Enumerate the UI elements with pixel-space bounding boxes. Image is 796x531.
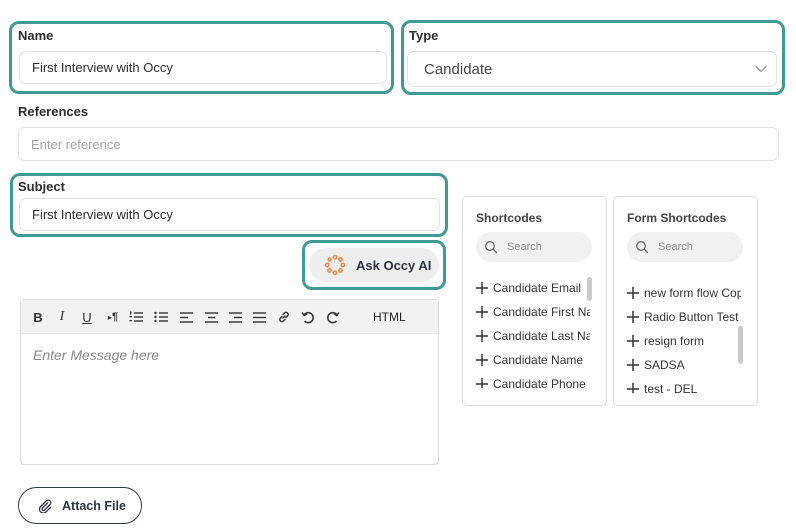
plus-icon — [627, 335, 639, 347]
form-shortcodes-search[interactable]: Search — [627, 232, 743, 262]
form-shortcode-item[interactable]: Radio Button Test — [627, 305, 741, 329]
align-justify-icon — [252, 311, 266, 323]
attach-file-button[interactable]: Attach File — [18, 487, 142, 524]
ai-sparkle-icon — [324, 254, 346, 276]
ask-occy-ai-label: Ask Occy AI — [356, 257, 432, 273]
shortcode-item-label: Candidate Email — [493, 281, 582, 295]
form-shortcodes-scrollbar[interactable] — [738, 326, 743, 364]
ordered-list-button[interactable] — [126, 307, 146, 327]
editor-toolbar: B I U ▸ ¶ HTML — [21, 300, 438, 334]
paragraph-direction-button[interactable]: ▸ ¶ — [103, 307, 123, 327]
name-value: First Interview with Occy — [32, 60, 173, 75]
undo-button[interactable] — [298, 307, 318, 327]
form-shortcodes-search-placeholder: Search — [658, 241, 693, 253]
form-shortcode-item-label: SADSA — [644, 358, 685, 372]
type-selected-value: Candidate — [424, 60, 493, 78]
redo-button[interactable] — [323, 307, 343, 327]
form-shortcodes-list: new form flow Cop Radio Button Test resign… — [627, 281, 741, 393]
name-input[interactable]: First Interview with Occy — [19, 51, 387, 84]
shortcode-item-label: Candidate Name — [493, 353, 584, 367]
form-shortcodes-title: Form Shortcodes — [627, 211, 727, 225]
form-shortcode-item[interactable]: new form flow Cop — [627, 281, 741, 305]
bullet-list-button[interactable] — [151, 307, 171, 327]
plus-icon — [476, 306, 488, 318]
shortcodes-search-placeholder: Search — [507, 241, 542, 253]
references-label: References — [18, 104, 89, 119]
plus-icon — [627, 287, 639, 299]
form-shortcode-item-label: Radio Button Test — [644, 310, 739, 324]
ordered-list-icon — [129, 311, 143, 322]
align-justify-button[interactable] — [249, 307, 269, 327]
shortcode-item[interactable]: Candidate Phone — [476, 372, 590, 388]
plus-icon — [627, 383, 639, 393]
message-editor: B I U ▸ ¶ HTML Enter Message here — [20, 299, 439, 465]
shortcodes-panel: Shortcodes Search Candidate Email Candida… — [462, 196, 607, 406]
name-label: Name — [18, 28, 54, 43]
subject-input[interactable]: First Interview with Occy — [19, 198, 440, 231]
shortcodes-list: Candidate Email Candidate First Na Candida… — [476, 276, 590, 388]
attach-file-label: Attach File — [62, 498, 126, 513]
shortcode-item-label: Candidate Phone — [493, 377, 586, 388]
plus-icon — [476, 378, 488, 388]
align-right-button[interactable] — [225, 307, 245, 327]
plus-icon — [476, 354, 488, 366]
plus-icon — [627, 311, 639, 323]
form-shortcodes-panel: Form Shortcodes Search new form flow Cop… — [613, 196, 758, 406]
shortcode-item-label: Candidate Last Na — [493, 329, 590, 343]
message-body-placeholder[interactable]: Enter Message here — [33, 347, 159, 363]
form-shortcode-item[interactable]: SADSA — [627, 353, 741, 377]
ask-occy-ai-button[interactable]: Ask Occy AI — [309, 248, 439, 282]
shortcodes-search[interactable]: Search — [476, 232, 592, 262]
align-center-button[interactable] — [201, 307, 221, 327]
align-right-icon — [228, 311, 242, 323]
paperclip-icon — [38, 498, 52, 513]
shortcode-item[interactable]: Candidate Last Na — [476, 324, 590, 348]
italic-button[interactable]: I — [52, 307, 72, 327]
bullet-list-icon — [154, 311, 168, 323]
shortcode-item[interactable]: Candidate Name — [476, 348, 590, 372]
form-shortcode-item[interactable]: test - DEL — [627, 377, 741, 393]
type-label: Type — [409, 28, 439, 43]
html-view-button[interactable]: HTML — [373, 310, 406, 324]
align-left-button[interactable] — [176, 307, 196, 327]
align-center-icon — [204, 311, 218, 323]
shortcode-item[interactable]: Candidate First Na — [476, 300, 590, 324]
form-shortcode-item-label: new form flow Cop — [644, 286, 741, 300]
subject-value: First Interview with Occy — [32, 207, 173, 222]
shortcode-item[interactable]: Candidate Email — [476, 276, 590, 300]
search-icon — [485, 241, 498, 254]
form-shortcode-item-label: resign form — [644, 334, 705, 348]
shortcodes-scrollbar[interactable] — [587, 277, 592, 301]
search-icon — [636, 241, 649, 254]
form-shortcode-item-label: test - DEL — [644, 382, 698, 393]
bold-button[interactable]: B — [28, 307, 48, 327]
type-select[interactable]: Candidate — [407, 51, 777, 87]
paragraph-icon: ¶ — [111, 311, 119, 323]
underline-button[interactable]: U — [77, 307, 97, 327]
references-input-wrap — [18, 127, 779, 161]
align-left-icon — [179, 311, 193, 323]
plus-icon — [476, 282, 488, 294]
link-button[interactable] — [274, 307, 294, 327]
references-input[interactable] — [19, 128, 778, 160]
form-shortcode-item[interactable]: resign form — [627, 329, 741, 353]
chevron-down-icon — [746, 65, 776, 73]
plus-icon — [627, 359, 639, 371]
link-icon — [279, 311, 289, 323]
subject-label: Subject — [18, 179, 65, 194]
plus-icon — [476, 330, 488, 342]
undo-icon — [301, 311, 314, 323]
shortcode-item-label: Candidate First Na — [493, 305, 590, 319]
shortcodes-title: Shortcodes — [476, 211, 543, 225]
redo-icon — [327, 311, 340, 323]
